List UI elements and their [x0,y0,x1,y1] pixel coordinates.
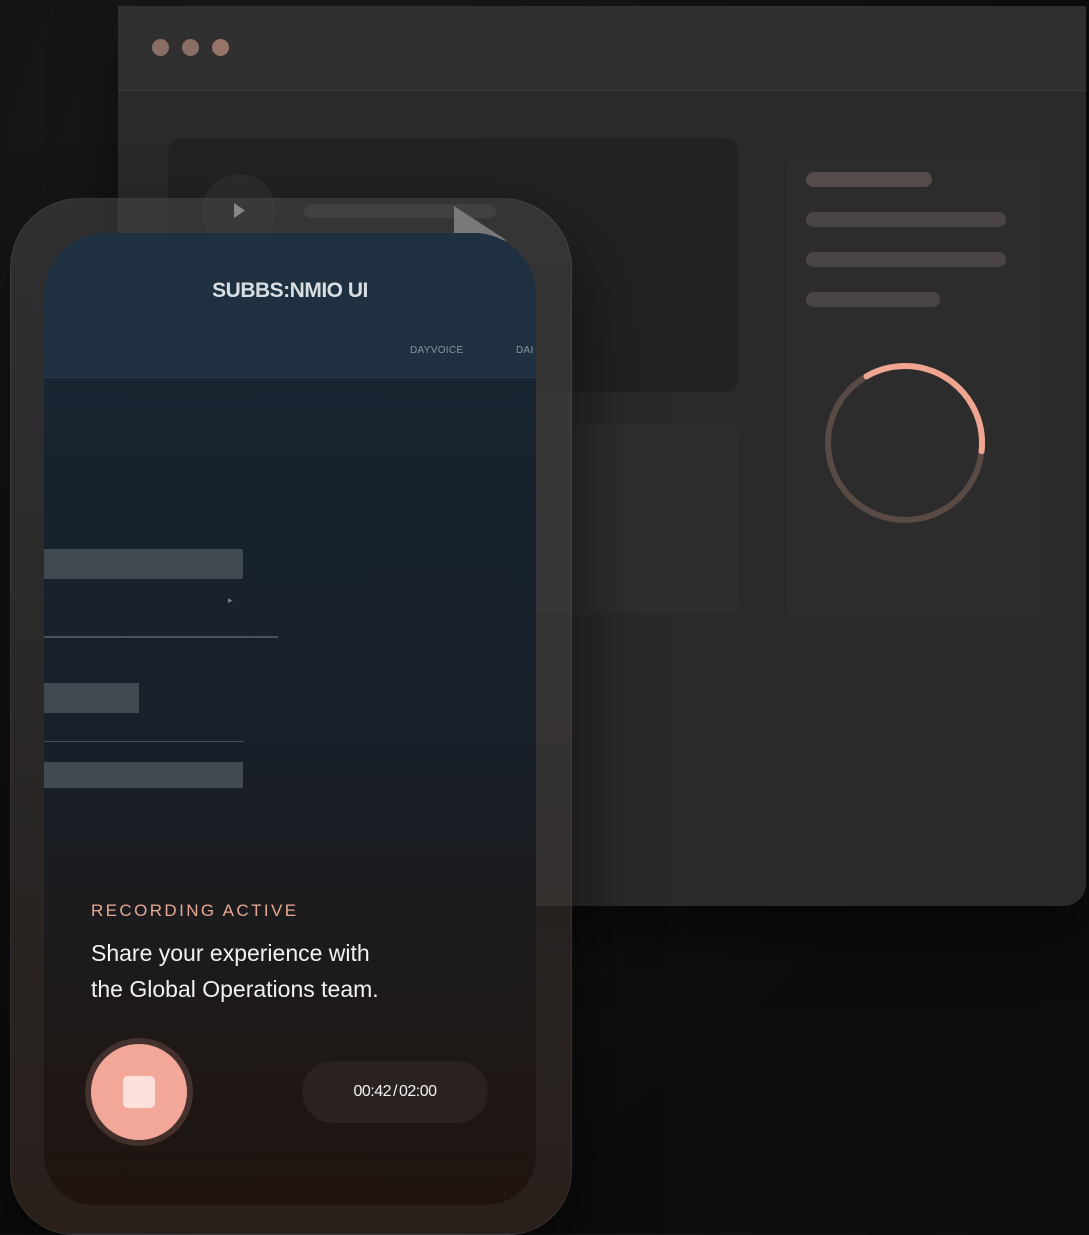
form-field-placeholder[interactable] [44,762,243,788]
side-panel [786,156,1042,618]
recording-message: Share your experience with the Global Op… [91,935,451,1007]
form-field-placeholder[interactable] [44,683,139,713]
dropdown-caret-icon: ▸ [228,595,233,605]
recording-message-line: Share your experience with [91,940,370,966]
total-time: 02:00 [398,1083,437,1100]
recording-status-label: RECORDING ACTIVE [91,901,299,920]
side-line [806,172,932,187]
nav-item-dayvoice[interactable]: DAYVOICE [410,345,463,356]
form-field-placeholder[interactable] [44,549,243,579]
window-close-dot[interactable] [152,39,169,56]
window-minimize-dot[interactable] [182,39,199,56]
app-header: SUBBS:NMIO UI DAYVOICE DAI [44,233,536,378]
stop-recording-button[interactable] [91,1044,187,1140]
window-maximize-dot[interactable] [212,39,229,56]
app-title: SUBBS:NMIO UI [212,279,368,302]
form-divider [44,741,244,742]
side-line [806,252,1006,267]
timer-separator: / [393,1083,397,1100]
browser-titlebar [118,6,1086,91]
side-line [806,212,1006,227]
nav-item-dai[interactable]: DAI [516,345,534,356]
progress-ring [825,363,985,523]
elapsed-time: 00:42 [353,1083,392,1100]
recording-timer: 00:42 / 02:00 [302,1061,488,1123]
phone-screen: SUBBS:NMIO UI DAYVOICE DAI ▸ RECORDING A… [44,233,536,1205]
stop-icon [123,1076,155,1108]
recording-message-line: the Global Operations team. [91,976,379,1002]
side-line [806,292,940,307]
form-divider [44,636,278,638]
